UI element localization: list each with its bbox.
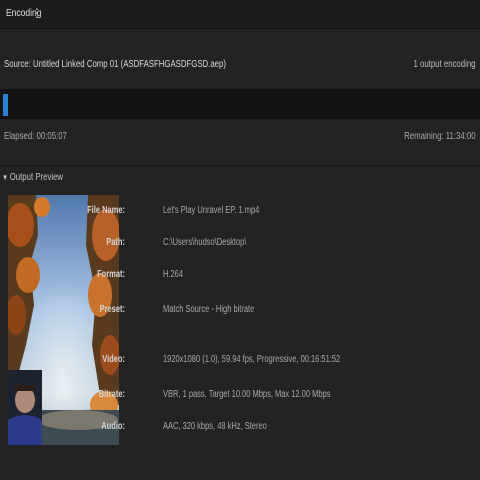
video-label: Video: xyxy=(102,354,125,365)
audio-value: AAC, 320 kbps, 48 kHz, Stereo xyxy=(163,421,267,432)
time-row: Elapsed: 00:05:07 Remaining: 11:34:00 xyxy=(0,128,480,148)
bitrate-value: VBR, 1 pass, Target 10.00 Mbps, Max 12.0… xyxy=(163,389,331,400)
format-value: H.264 xyxy=(163,269,184,280)
elapsed-time: Elapsed: 00:05:07 xyxy=(4,131,67,142)
output-preview-label: Output Preview xyxy=(9,172,64,183)
panel-menu-icon[interactable]: ⋮ xyxy=(31,6,43,20)
path-label: Path: xyxy=(106,237,125,248)
bitrate-label: Bitrate: xyxy=(98,389,125,400)
section-divider xyxy=(0,165,480,166)
video-thumbnail xyxy=(8,195,119,445)
file-name-value: Let's Play Unravel EP. 1.mp4 xyxy=(163,205,260,216)
disclosure-triangle-icon: ▼ xyxy=(2,173,9,182)
file-name-label: File Name: xyxy=(87,205,125,216)
preset-label: Preset: xyxy=(99,304,125,315)
video-value: 1920x1080 (1.0), 59.94 fps, Progressive,… xyxy=(163,354,341,365)
source-label: Source: Untitled Linked Comp 01 (ASDFASF… xyxy=(4,59,226,70)
audio-label: Audio: xyxy=(101,421,125,432)
output-preview-toggle[interactable]: ▼ Output Preview xyxy=(2,172,63,188)
panel-tab-bar: Encoding ⋮ xyxy=(0,0,480,29)
preset-value: Match Source - High bitrate xyxy=(163,304,255,315)
source-row: Source: Untitled Linked Comp 01 (ASDFASF… xyxy=(0,56,480,78)
progress-fill xyxy=(3,94,8,116)
remaining-time: Remaining: 11:34:00 xyxy=(404,131,476,142)
output-count: 1 output encoding xyxy=(413,59,476,70)
format-label: Format: xyxy=(97,269,125,280)
progress-bar xyxy=(0,89,480,119)
path-value: C:\Users\hudso\Desktop\ xyxy=(163,237,247,248)
thumbnail-image xyxy=(8,195,119,445)
